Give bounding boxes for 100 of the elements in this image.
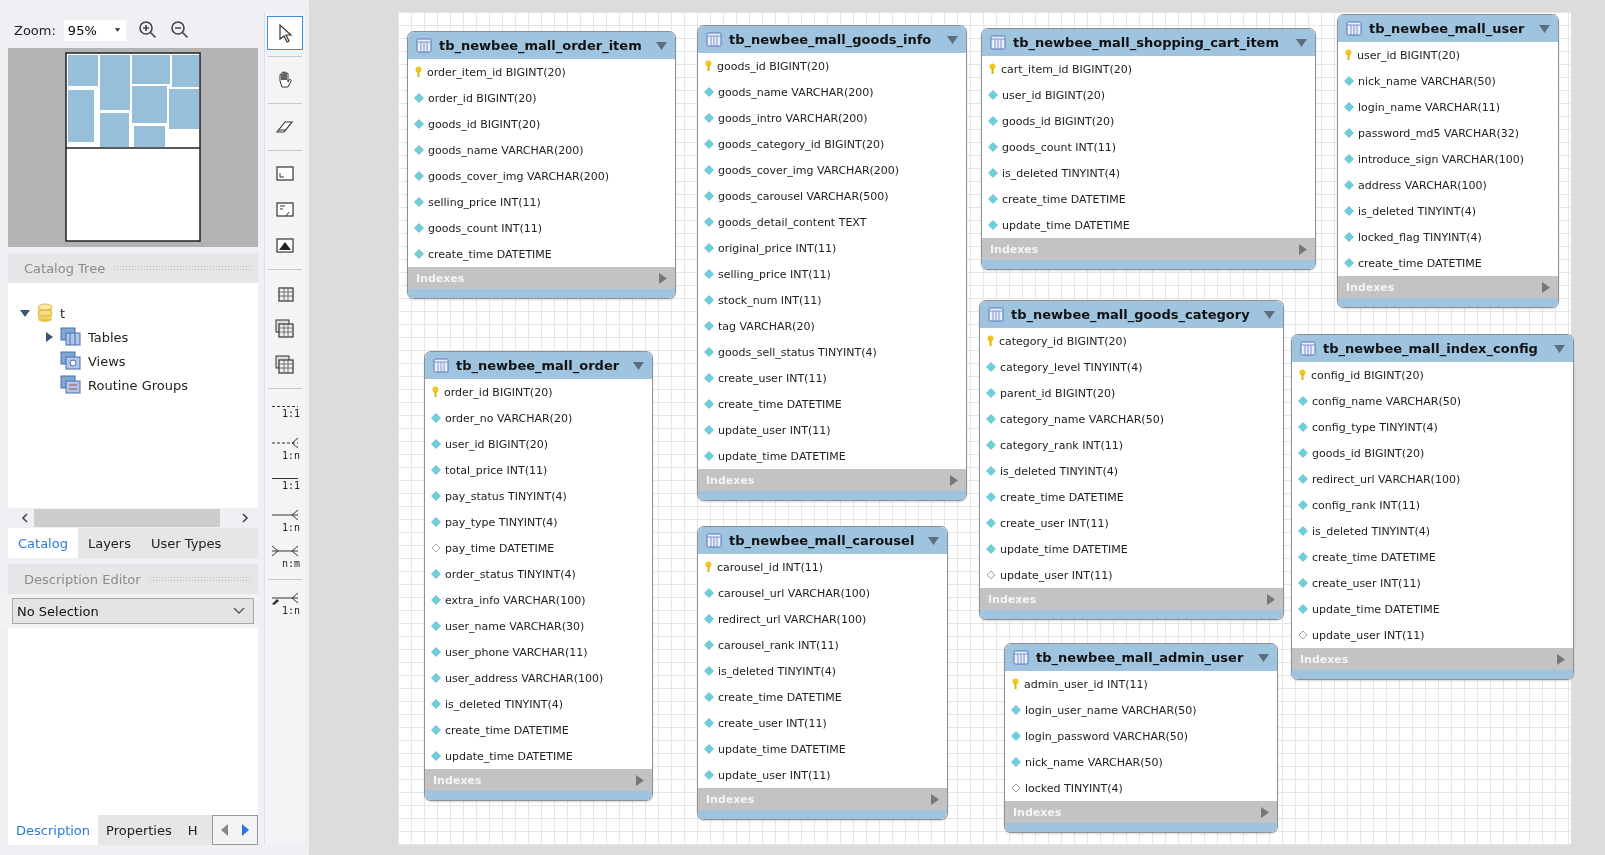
- panel-tab[interactable]: Layers: [77, 528, 141, 558]
- tree-item[interactable]: Views: [8, 349, 258, 373]
- column-entry: redirect_url VARCHAR(100): [1312, 472, 1461, 486]
- expand-icon[interactable]: [1260, 806, 1269, 818]
- table-card[interactable]: [424, 351, 653, 801]
- table-icon: [988, 307, 1004, 322]
- selection-dropdown[interactable]: No Selection: [12, 598, 254, 624]
- collapse-icon[interactable]: [656, 41, 667, 50]
- previous-icon[interactable]: [219, 823, 231, 837]
- column-entry: user_id BIGINT(20): [445, 437, 549, 451]
- column-entry: is_deleted TINYINT(4): [1000, 464, 1119, 478]
- expander-icon[interactable]: [20, 308, 30, 318]
- column-entry: tag VARCHAR(20): [718, 319, 815, 333]
- table-icon: [1346, 21, 1362, 36]
- column-entry: carousel_rank INT(11): [718, 638, 839, 652]
- relationship-tool[interactable]: 1:n: [267, 586, 303, 620]
- column-entry: create_user INT(11): [718, 371, 827, 385]
- relationship-tool[interactable]: 1:n: [267, 431, 303, 465]
- select-tool[interactable]: [267, 16, 303, 50]
- column-entry: nick_name VARCHAR(50): [1358, 74, 1496, 88]
- table-card[interactable]: [697, 526, 948, 820]
- collapse-icon[interactable]: [1258, 653, 1269, 662]
- relationship-line-icon: [270, 590, 300, 605]
- section-title: Description Editor: [24, 571, 141, 587]
- column-entry: goods_sell_status TINYINT(4): [718, 345, 877, 359]
- chevron-icon: [233, 607, 245, 615]
- table-card[interactable]: [1337, 14, 1559, 308]
- column-entry: config_id BIGINT(20): [1311, 368, 1424, 382]
- tree-item[interactable]: Tables: [8, 325, 258, 349]
- panel-tab[interactable]: H: [179, 815, 206, 845]
- column-entry: category_level TINYINT(4): [1000, 360, 1143, 374]
- table-name: tb_newbee_mall_goods_category: [1011, 307, 1251, 322]
- collapse-icon[interactable]: [1264, 310, 1275, 319]
- expand-icon[interactable]: [1298, 243, 1307, 255]
- column-entry: cart_item_id BIGINT(20): [1001, 62, 1133, 76]
- column-entry: original_price INT(11): [718, 241, 837, 255]
- column-entry: admin_user_id INT(11): [1024, 677, 1148, 691]
- expand-icon[interactable]: [635, 774, 644, 786]
- next-icon[interactable]: [239, 823, 251, 837]
- column-entry: login_name VARCHAR(11): [1358, 100, 1501, 114]
- table-name: tb_newbee_mall_order: [456, 358, 621, 373]
- column-entry: category_rank INT(11): [1000, 438, 1123, 452]
- expander-icon[interactable]: [44, 332, 54, 342]
- collapse-icon[interactable]: [928, 536, 939, 545]
- column-entry: order_item_id BIGINT(20): [427, 65, 566, 79]
- collapse-icon[interactable]: [1539, 24, 1550, 33]
- minimap-drawing[interactable]: [65, 52, 201, 242]
- relationship-tool[interactable]: n:m: [267, 539, 303, 573]
- column-entry: pay_type TINYINT(4): [445, 515, 558, 529]
- column-entry: category_name VARCHAR(50): [1000, 412, 1164, 426]
- column-entry: goods_category_id BIGINT(20): [718, 137, 885, 151]
- expand-icon[interactable]: [1266, 593, 1275, 605]
- relationship-tool[interactable]: 1:n: [267, 503, 303, 537]
- expand-icon[interactable]: [1556, 653, 1565, 665]
- routines-icon: [60, 375, 82, 395]
- table-icon: [416, 38, 432, 53]
- table-card[interactable]: [979, 300, 1284, 620]
- zoom-in-icon[interactable]: [137, 20, 158, 40]
- zoom-dropdown[interactable]: 95%: [63, 19, 126, 41]
- expand-icon[interactable]: [658, 272, 667, 284]
- panel-tab[interactable]: Catalog: [8, 528, 78, 558]
- relationship-tool[interactable]: 1:1: [267, 467, 303, 501]
- collapse-icon[interactable]: [947, 35, 958, 44]
- collapse-icon[interactable]: [1296, 38, 1307, 47]
- zoom-out-icon[interactable]: [169, 20, 190, 40]
- tab-scroll-control[interactable]: [212, 815, 258, 845]
- expand-icon[interactable]: [949, 474, 958, 486]
- scrollbar-thumb[interactable]: [34, 509, 220, 527]
- column-entry: login_user_name VARCHAR(50): [1025, 703, 1197, 717]
- collapse-icon[interactable]: [633, 361, 644, 370]
- column-entry: update_time DATETIME: [1002, 218, 1130, 232]
- scroll-right-icon[interactable]: [240, 513, 250, 523]
- column-entry: goods_name VARCHAR(200): [718, 85, 874, 99]
- tree-item[interactable]: t: [8, 301, 258, 325]
- expand-icon[interactable]: [930, 793, 939, 805]
- table-card[interactable]: [697, 25, 967, 501]
- table-card[interactable]: [1291, 334, 1574, 680]
- column-entry: category_id BIGINT(20): [999, 334, 1127, 348]
- panel-tab[interactable]: Description: [8, 815, 99, 845]
- column-entry: create_time DATETIME: [445, 723, 569, 737]
- table-icon: [433, 358, 449, 373]
- column-entry: update_time DATETIME: [718, 449, 846, 463]
- panel-tab[interactable]: User Types: [140, 528, 232, 558]
- column-entry: create_time DATETIME: [1312, 550, 1436, 564]
- column-entry: update_user INT(11): [718, 768, 831, 782]
- column-entry: goods_id BIGINT(20): [1312, 446, 1425, 460]
- views-icon: [60, 351, 82, 371]
- table-card[interactable]: [407, 31, 676, 299]
- column-entry: selling_price INT(11): [718, 267, 831, 281]
- relationship-tool[interactable]: 1:1: [267, 395, 303, 429]
- column-entry: goods_id BIGINT(20): [428, 117, 541, 131]
- expand-icon[interactable]: [1541, 281, 1550, 293]
- column-entry: order_status TINYINT(4): [445, 567, 576, 581]
- tree-item[interactable]: Routine Groups: [8, 373, 258, 397]
- column-entry: order_id BIGINT(20): [444, 385, 553, 399]
- panel-tab[interactable]: Properties: [98, 815, 180, 845]
- column-entry: carousel_id INT(11): [717, 560, 824, 574]
- collapse-icon[interactable]: [1554, 344, 1565, 353]
- scroll-left-icon[interactable]: [20, 513, 30, 523]
- table-name: tb_newbee_mall_goods_info: [729, 32, 933, 47]
